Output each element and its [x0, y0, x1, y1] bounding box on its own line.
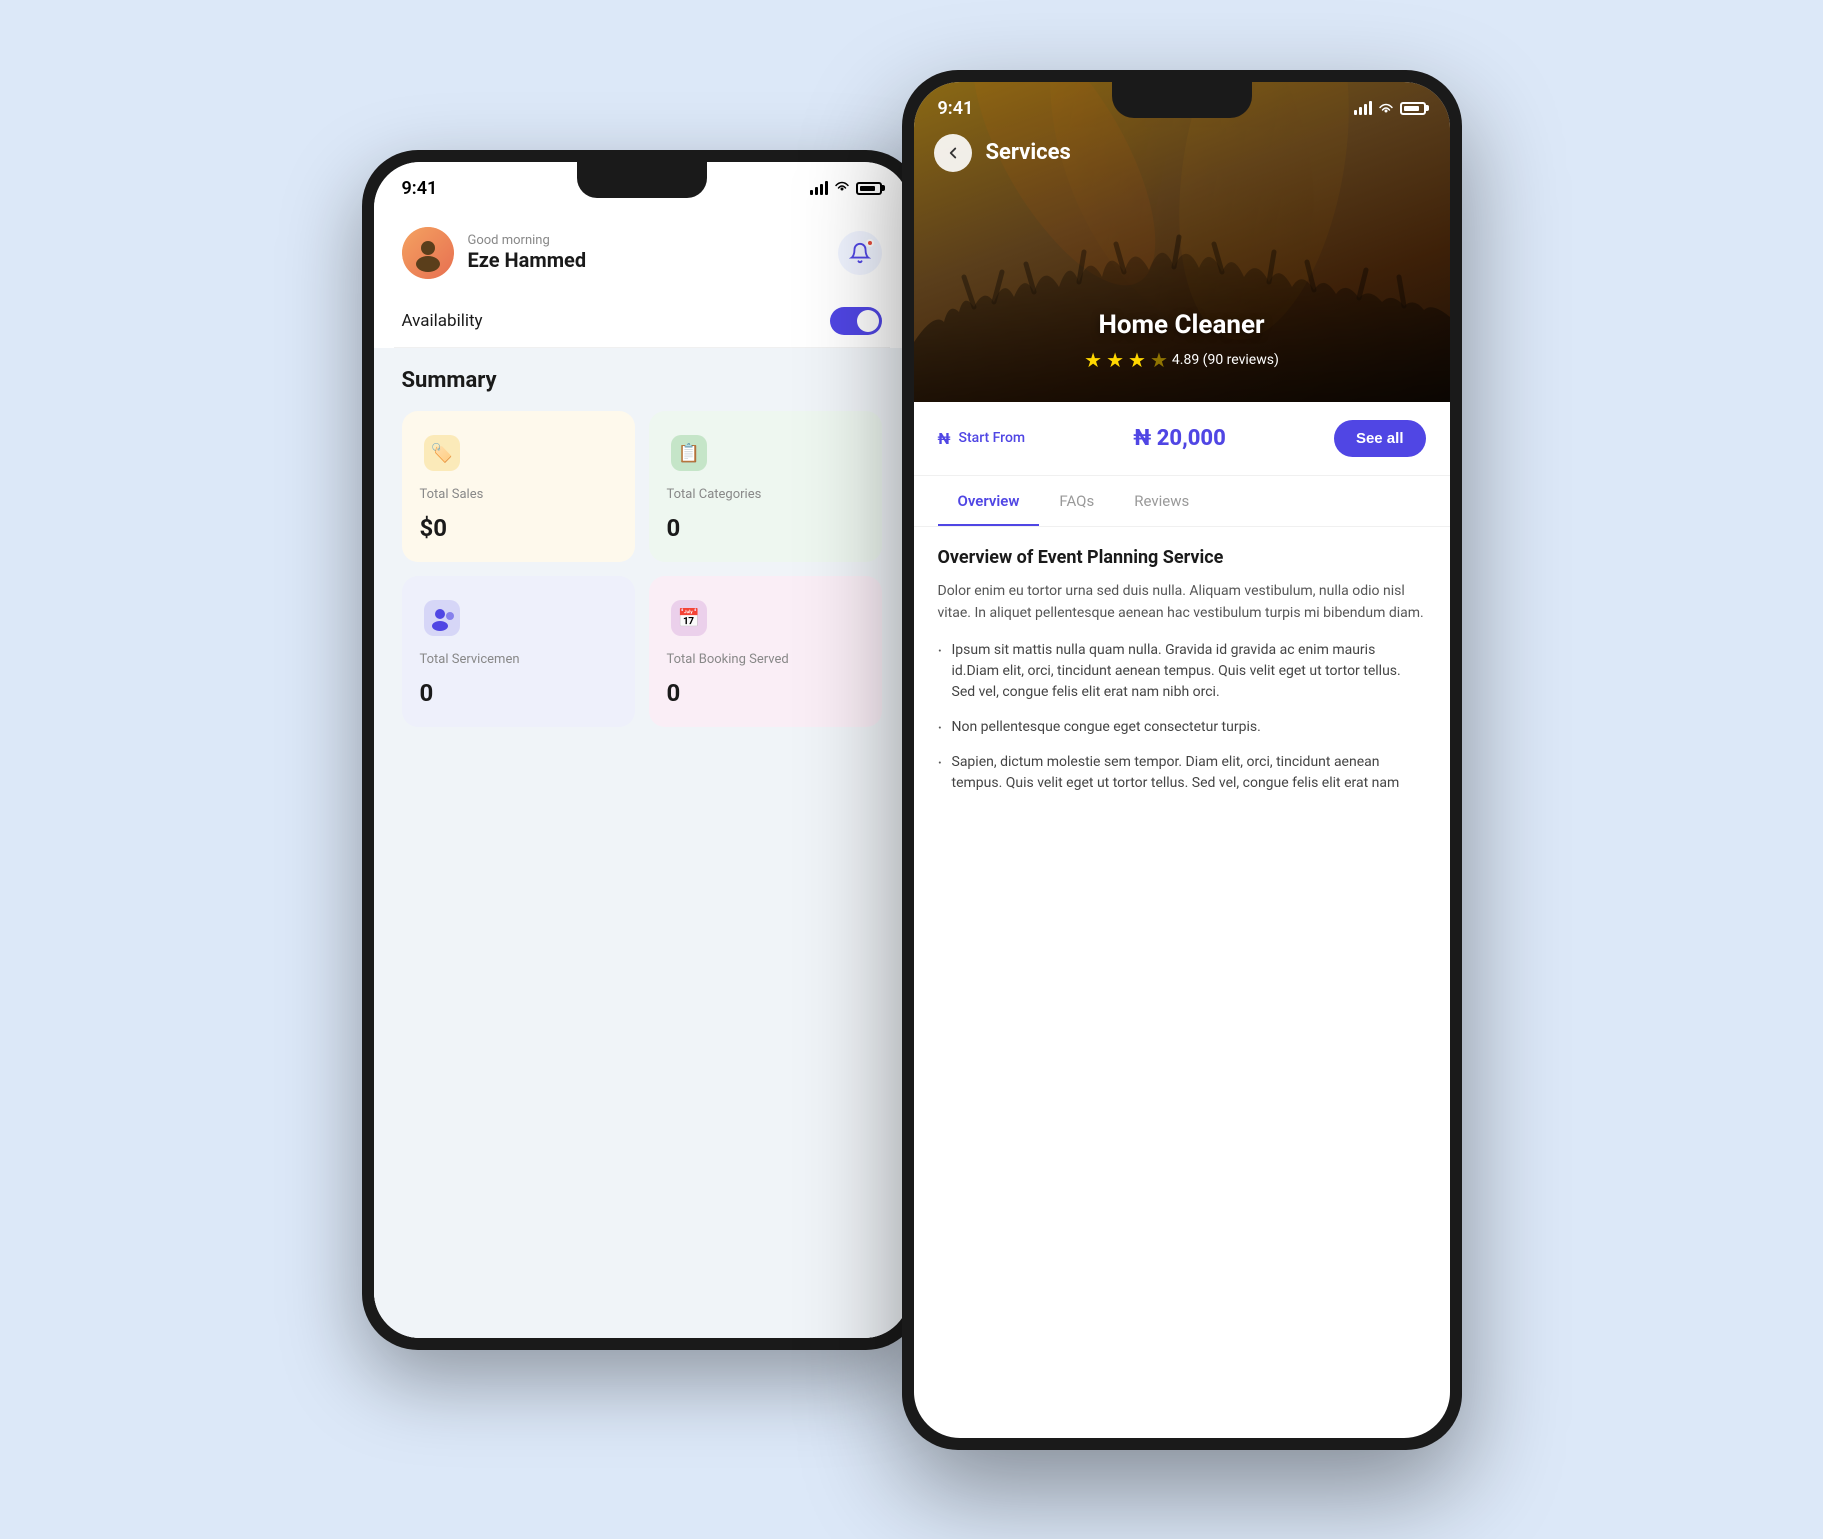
summary-section: Summary 🏷️ Total Sales $0: [374, 348, 910, 1338]
card-total-categories-value: 0: [667, 514, 864, 542]
phone1-status-icons: [810, 180, 882, 196]
overview-bullets: Ipsum sit mattis nulla quam nulla. Gravi…: [938, 640, 1426, 794]
card-total-categories-label: Total Categories: [667, 487, 864, 502]
booking-icon: 📅: [667, 596, 711, 640]
services-page-title: Services: [986, 140, 1071, 165]
service-name: Home Cleaner: [914, 310, 1450, 340]
phone1-status-bar: 9:41: [374, 162, 910, 207]
user-name: Eze Hammed: [468, 248, 587, 272]
overview-body: Dolor enim eu tortor urna sed duis nulla…: [938, 580, 1426, 625]
greeting-text: Good morning: [468, 233, 587, 248]
card-total-sales-label: Total Sales: [420, 487, 617, 502]
phone2-time: 9:41: [938, 98, 974, 119]
availability-label: Availability: [402, 311, 483, 331]
svg-text:🏷️: 🏷️: [430, 442, 452, 464]
servicemen-icon: [420, 596, 464, 640]
phone1-notch: [577, 162, 707, 198]
card-total-servicemen: Total Servicemen 0: [402, 576, 635, 727]
signal-icon: [810, 181, 828, 195]
rating-row: ★ ★ ★ ★ 4.89 (90 reviews): [914, 348, 1450, 372]
summary-title: Summary: [402, 368, 882, 393]
cards-grid: 🏷️ Total Sales $0 📋: [402, 411, 882, 727]
wifi-icon: [834, 180, 850, 196]
bullet-3: Sapien, dictum molestie sem tempor. Diam…: [938, 752, 1426, 794]
overview-content: Overview of Event Planning Service Dolor…: [914, 527, 1450, 1438]
card-total-servicemen-label: Total Servicemen: [420, 652, 617, 667]
back-button[interactable]: [934, 134, 972, 172]
phone1-content: Good morning Eze Hammed Availabil: [374, 207, 910, 1338]
overview-title: Overview of Event Planning Service: [938, 547, 1426, 568]
battery-icon: [856, 182, 882, 195]
card-total-sales-value: $0: [420, 514, 617, 542]
price-section: ₦ Start From ₦ 20,000 See all: [914, 402, 1450, 476]
scene: 9:41: [362, 70, 1462, 1470]
phone2-notch: [1112, 82, 1252, 118]
phone1-time: 9:41: [402, 178, 438, 199]
card-total-booking: 📅 Total Booking Served 0: [649, 576, 882, 727]
availability-row: Availability: [374, 295, 910, 347]
toggle-thumb: [857, 310, 879, 332]
start-from-label: Start From: [959, 430, 1026, 446]
phone2-battery-icon: [1400, 102, 1426, 115]
phone2-status-icons: [1354, 101, 1426, 115]
card-total-sales: 🏷️ Total Sales $0: [402, 411, 635, 562]
bullet-2: Non pellentesque congue eget consectetur…: [938, 717, 1426, 738]
tab-overview[interactable]: Overview: [938, 476, 1040, 526]
see-all-button[interactable]: See all: [1334, 420, 1426, 457]
svg-text:📋: 📋: [677, 442, 699, 464]
price-amount: ₦ 20,000: [1133, 426, 1226, 451]
tab-reviews[interactable]: Reviews: [1114, 476, 1209, 526]
notification-bell[interactable]: [838, 231, 882, 275]
naira-icon: ₦: [938, 429, 951, 448]
star-4: ★: [1150, 348, 1168, 372]
phone2-signal-icon: [1354, 101, 1372, 115]
sales-icon: 🏷️: [420, 431, 464, 475]
phone1-device: 9:41: [362, 150, 922, 1350]
tabs-row: Overview FAQs Reviews: [914, 476, 1450, 527]
phone2-device: 9:41: [902, 70, 1462, 1450]
star-1: ★: [1084, 348, 1102, 372]
avatar: [402, 227, 454, 279]
availability-toggle[interactable]: [830, 307, 882, 335]
tab-faqs[interactable]: FAQs: [1039, 476, 1114, 526]
notification-dot: [866, 239, 874, 247]
card-total-booking-value: 0: [667, 679, 864, 707]
star-2: ★: [1106, 348, 1124, 372]
phone2-wifi-icon: [1378, 102, 1394, 114]
card-total-servicemen-value: 0: [420, 679, 617, 707]
svg-text:📅: 📅: [677, 607, 699, 629]
hero-content: Home Cleaner ★ ★ ★ ★ 4.89 (90 reviews): [914, 310, 1450, 372]
hero-section: 9:41: [914, 82, 1450, 402]
user-info: Good morning Eze Hammed: [402, 227, 587, 279]
start-from: ₦ Start From: [938, 429, 1026, 448]
rating-text: 4.89 (90 reviews): [1172, 352, 1279, 368]
categories-icon: 📋: [667, 431, 711, 475]
phone1-header: Good morning Eze Hammed: [374, 207, 910, 295]
card-total-booking-label: Total Booking Served: [667, 652, 864, 667]
services-header: Services: [914, 134, 1450, 172]
card-total-categories: 📋 Total Categories 0: [649, 411, 882, 562]
user-greeting-block: Good morning Eze Hammed: [468, 233, 587, 272]
bullet-1: Ipsum sit mattis nulla quam nulla. Gravi…: [938, 640, 1426, 703]
star-3: ★: [1128, 348, 1146, 372]
